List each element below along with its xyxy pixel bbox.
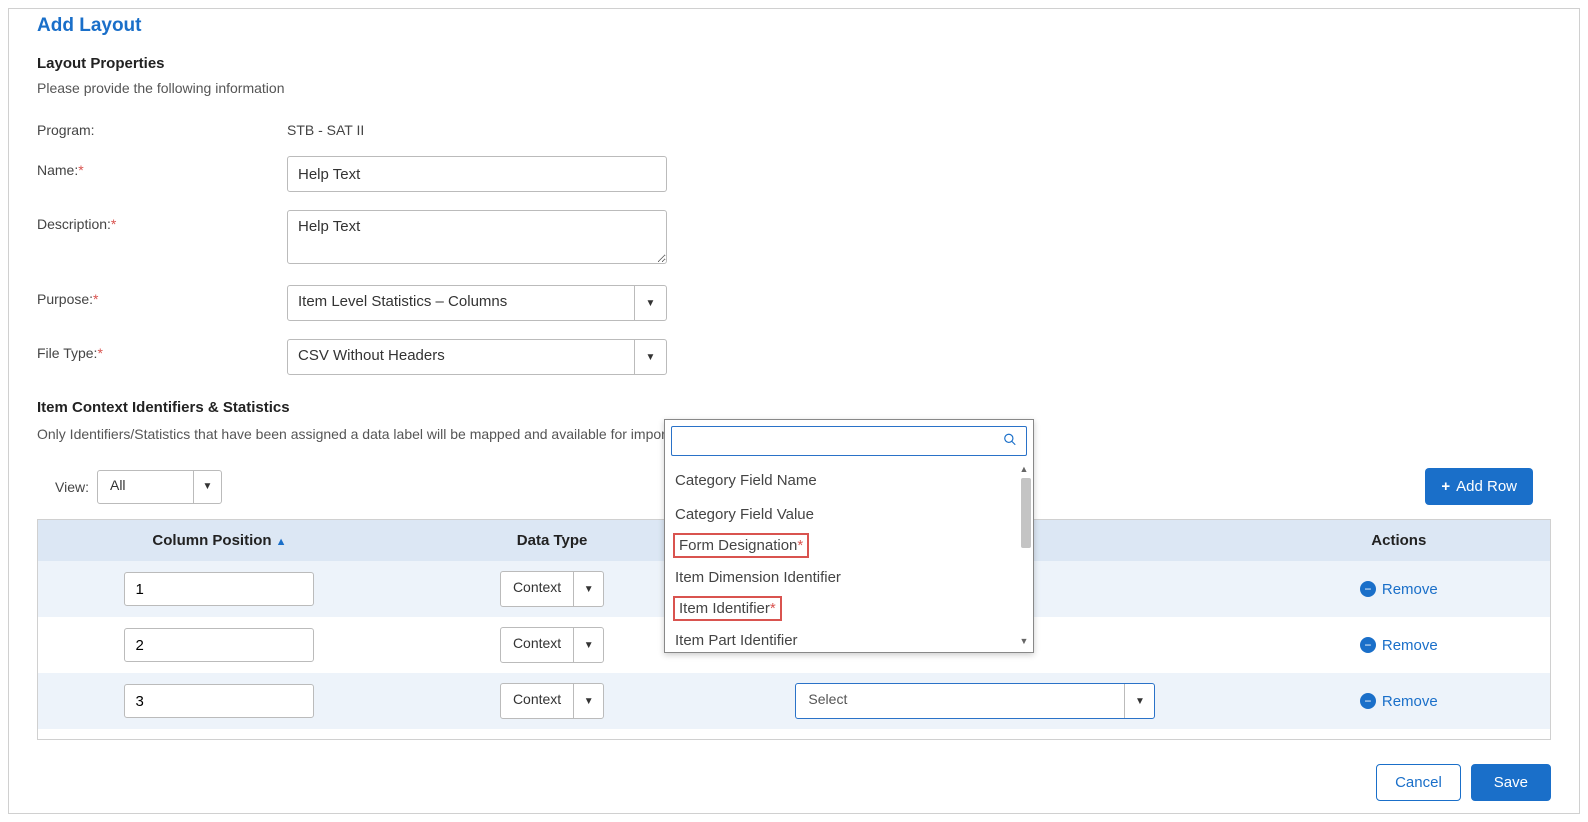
cancel-button[interactable]: Cancel bbox=[1376, 764, 1461, 801]
chevron-down-icon: ▼ bbox=[193, 471, 221, 503]
save-button[interactable]: Save bbox=[1471, 764, 1551, 801]
remove-button[interactable]: − Remove bbox=[1360, 693, 1438, 710]
chevron-down-icon: ▼ bbox=[634, 286, 666, 320]
purpose-select[interactable]: Item Level Statistics – Columns ▼ bbox=[287, 285, 667, 321]
program-value: STB - SAT II bbox=[287, 116, 1551, 138]
remove-label: Remove bbox=[1382, 637, 1438, 654]
view-label: View: bbox=[55, 479, 89, 495]
minus-circle-icon: − bbox=[1360, 693, 1376, 709]
add-row-label: Add Row bbox=[1456, 478, 1517, 495]
remove-label: Remove bbox=[1382, 693, 1438, 710]
page-title: Add Layout bbox=[37, 15, 1551, 37]
column-header-actions: Actions bbox=[1248, 520, 1550, 561]
layout-properties-heading: Layout Properties bbox=[37, 55, 1551, 72]
dropdown-option-list[interactable]: Category Field Name Category Field Value… bbox=[665, 462, 1033, 652]
dropdown-option[interactable]: Category Field Name bbox=[665, 464, 1033, 498]
description-label: Description:* bbox=[37, 210, 287, 232]
sort-asc-icon: ▲ bbox=[276, 536, 287, 548]
dropdown-option[interactable]: Item Part Identifier bbox=[665, 624, 1033, 653]
minus-circle-icon: − bbox=[1360, 637, 1376, 653]
chevron-down-icon: ▼ bbox=[573, 684, 603, 718]
datatype-value: Context bbox=[501, 572, 573, 606]
minus-circle-icon: − bbox=[1360, 581, 1376, 597]
position-input[interactable] bbox=[124, 628, 314, 662]
datatype-select[interactable]: Context ▼ bbox=[500, 571, 604, 607]
remove-label: Remove bbox=[1382, 581, 1438, 598]
name-label: Name:* bbox=[37, 156, 287, 178]
filetype-select[interactable]: CSV Without Headers ▼ bbox=[287, 339, 667, 375]
view-select[interactable]: All ▼ bbox=[97, 470, 222, 504]
filetype-label: File Type:* bbox=[37, 339, 287, 361]
view-select-value: All bbox=[98, 471, 193, 503]
column-header-datatype[interactable]: Data Type bbox=[401, 520, 703, 561]
plus-icon: + bbox=[1441, 478, 1450, 495]
footer-buttons: Cancel Save bbox=[37, 764, 1551, 801]
datalabel-dropdown-popup: Category Field Name Category Field Value… bbox=[664, 419, 1034, 653]
chevron-down-icon: ▼ bbox=[573, 628, 603, 662]
position-input[interactable] bbox=[124, 572, 314, 606]
name-input[interactable] bbox=[287, 156, 667, 192]
datalabel-value: Select bbox=[796, 684, 1124, 718]
chevron-down-icon: ▼ bbox=[1124, 684, 1154, 718]
purpose-label: Purpose:* bbox=[37, 285, 287, 307]
datatype-value: Context bbox=[501, 684, 573, 718]
layout-properties-form: Program: STB - SAT II Name:* Description… bbox=[37, 116, 1551, 375]
scrollbar-thumb[interactable] bbox=[1021, 478, 1031, 548]
layout-properties-instruction: Please provide the following information bbox=[37, 80, 1551, 96]
column-header-position[interactable]: Column Position▲ bbox=[38, 520, 401, 561]
scroll-down-icon[interactable]: ▼ bbox=[1018, 636, 1030, 648]
filetype-select-value: CSV Without Headers bbox=[288, 340, 634, 374]
dropdown-search-input[interactable] bbox=[671, 426, 1027, 456]
dropdown-option-required[interactable]: Item Identifier* bbox=[673, 596, 782, 621]
program-label: Program: bbox=[37, 116, 287, 138]
scroll-up-icon[interactable]: ▲ bbox=[1018, 464, 1030, 476]
chevron-down-icon: ▼ bbox=[573, 572, 603, 606]
dropdown-option-required[interactable]: Form Designation* bbox=[673, 533, 809, 558]
search-icon bbox=[1003, 433, 1017, 450]
datatype-select[interactable]: Context ▼ bbox=[500, 683, 604, 719]
position-input[interactable] bbox=[124, 684, 314, 718]
purpose-select-value: Item Level Statistics – Columns bbox=[288, 286, 634, 320]
remove-button[interactable]: − Remove bbox=[1360, 637, 1438, 654]
add-row-button[interactable]: + Add Row bbox=[1425, 468, 1533, 505]
dropdown-option[interactable]: Item Dimension Identifier bbox=[665, 561, 1033, 595]
chevron-down-icon: ▼ bbox=[634, 340, 666, 374]
remove-button[interactable]: − Remove bbox=[1360, 581, 1438, 598]
datatype-value: Context bbox=[501, 628, 573, 662]
table-row: Context ▼ Select ▼ − Remove bbox=[38, 673, 1550, 729]
identifiers-heading: Item Context Identifiers & Statistics bbox=[37, 399, 1551, 416]
dropdown-option[interactable]: Category Field Value bbox=[665, 498, 1033, 532]
datatype-select[interactable]: Context ▼ bbox=[500, 627, 604, 663]
page-container: Add Layout Layout Properties Please prov… bbox=[8, 8, 1580, 814]
datalabel-select[interactable]: Select ▼ bbox=[795, 683, 1155, 719]
description-textarea[interactable] bbox=[287, 210, 667, 264]
